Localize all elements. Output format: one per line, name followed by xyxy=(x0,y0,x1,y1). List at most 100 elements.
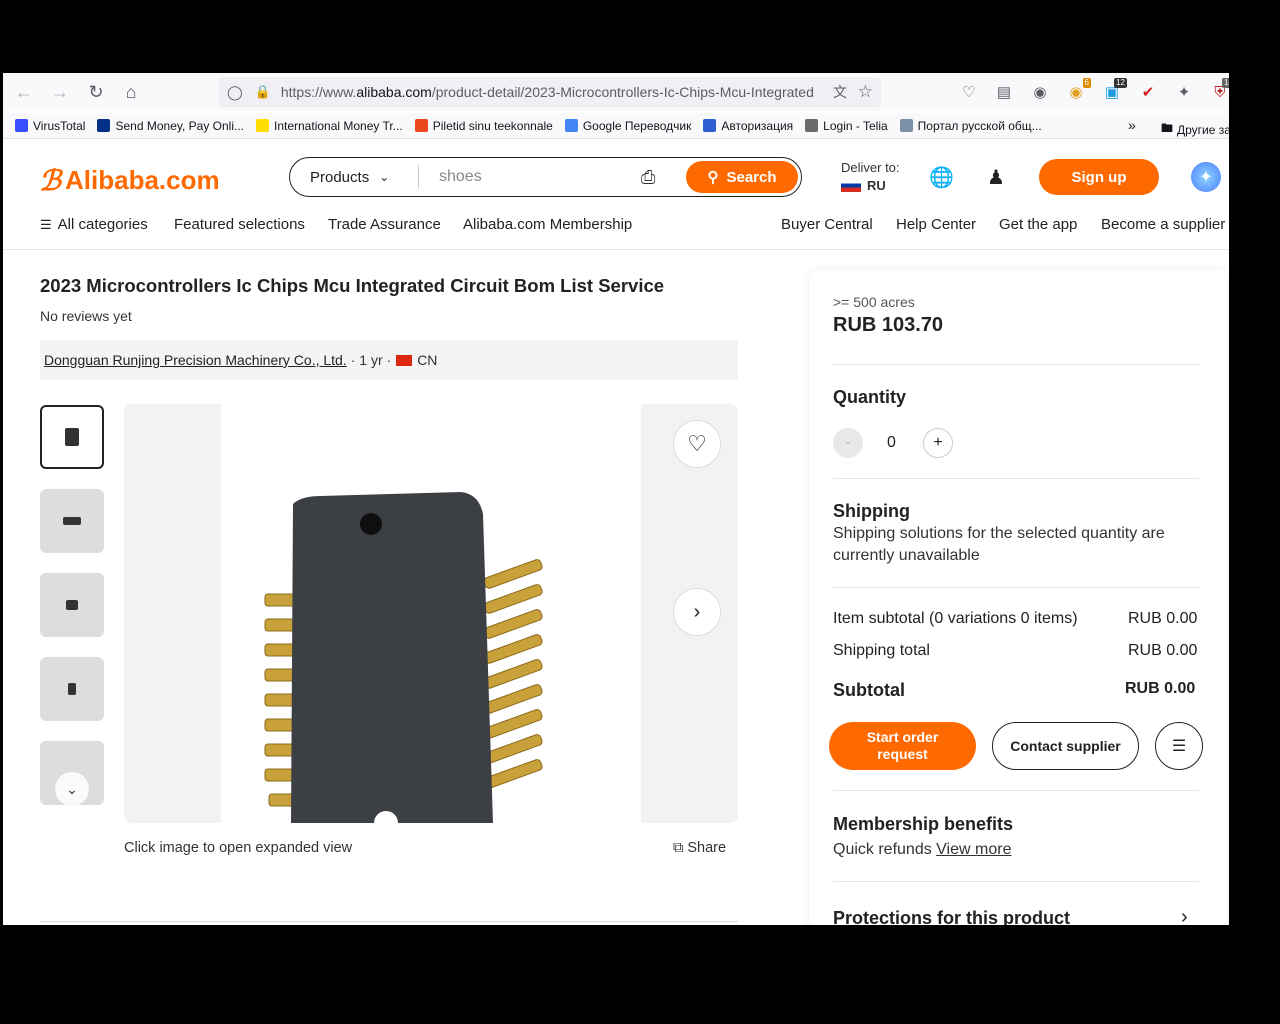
quantity-minus-button[interactable]: - xyxy=(833,428,863,458)
back-icon[interactable]: ← xyxy=(10,78,38,106)
bookmark-item[interactable]: International Money Tr... xyxy=(256,119,403,133)
share-button[interactable]: ⧉ Share xyxy=(673,840,726,856)
bookmark-item[interactable]: Авторизация xyxy=(703,119,793,133)
thumbnail-2[interactable] xyxy=(40,489,104,553)
lock-icon[interactable]: 🔒 xyxy=(255,84,271,100)
panel-divider xyxy=(833,478,1199,479)
moq-text: >= 500 acres xyxy=(833,294,915,310)
search-category-label: Products xyxy=(310,168,370,186)
nav-membership[interactable]: Alibaba.com Membership xyxy=(463,216,632,233)
membership-title: Membership benefits xyxy=(833,814,1014,834)
share-icon: ⧉ xyxy=(673,840,684,856)
star-icon[interactable]: ☆ xyxy=(858,82,873,102)
nav-buyer-central[interactable]: Buyer Central xyxy=(781,216,873,233)
account-icon[interactable]: ◉ xyxy=(1029,81,1051,103)
bookmark-favicon-icon xyxy=(703,119,717,132)
thumbnails-down-icon[interactable]: ⌄ xyxy=(55,772,89,806)
search-icon: ⚲ xyxy=(707,169,719,186)
product-gallery[interactable] xyxy=(124,404,738,823)
shield-icon[interactable]: ◯ xyxy=(227,84,243,101)
subtotal-label: Subtotal xyxy=(833,680,905,700)
favorite-heart-icon[interactable]: ♡ xyxy=(673,420,721,468)
home-icon[interactable]: ⌂ xyxy=(117,78,145,106)
ai-assistant-icon[interactable]: ✦ xyxy=(1191,162,1221,192)
ublock-icon[interactable]: ⛨10 xyxy=(1209,78,1229,103)
bookmark-item[interactable]: Send Money, Pay Onli... xyxy=(97,119,244,133)
thumbnail-image xyxy=(63,517,81,525)
thumbnail-3[interactable] xyxy=(40,573,104,637)
bookmark-item[interactable]: Login - Telia xyxy=(805,119,888,133)
supplier-years: · 1 yr · xyxy=(350,352,392,368)
shipping-text: Shipping solutions for the selected quan… xyxy=(833,525,1165,542)
panel-divider xyxy=(833,364,1199,365)
shipping-text: currently unavailable xyxy=(833,547,980,564)
nav-featured-selections[interactable]: Featured selections xyxy=(174,216,305,233)
chevron-right-icon[interactable]: » xyxy=(1128,117,1136,133)
search-input[interactable]: shoes xyxy=(439,168,629,186)
shipping-title: Shipping xyxy=(833,501,910,521)
bookmark-favicon-icon xyxy=(256,119,269,132)
thumbnail-4[interactable] xyxy=(40,657,104,721)
nav-help-center[interactable]: Help Center xyxy=(896,216,976,233)
bookmark-label: Login - Telia xyxy=(823,118,888,133)
china-flag-icon xyxy=(396,354,413,366)
item-subtotal-label: Item subtotal (0 variations 0 items) xyxy=(833,610,1078,627)
product-image[interactable] xyxy=(221,404,641,823)
url-text[interactable]: https://www.alibaba.com/product-detail/2… xyxy=(281,84,821,100)
bookmark-favicon-icon xyxy=(805,119,819,132)
browser-window: ← → ↻ ⌂ ◯ 🔒 https://www.alibaba.com/prod… xyxy=(3,73,1229,925)
price-text: RUB 103.70 xyxy=(833,314,944,336)
alibaba-logo[interactable]: ℬ Alibaba.com xyxy=(39,164,220,197)
search-button-label: Search xyxy=(726,168,777,186)
search-button[interactable]: ⚲ Search xyxy=(686,161,798,193)
chat-icon[interactable]: ☰ xyxy=(1155,722,1203,770)
globe-icon[interactable]: 🌐 xyxy=(929,165,954,190)
start-order-button[interactable]: Start order request xyxy=(829,722,976,770)
bookmark-item[interactable]: VirusTotal xyxy=(15,119,85,133)
ic-chip-image xyxy=(264,492,543,823)
header-divider xyxy=(3,249,1229,250)
next-image-chevron-icon[interactable]: › xyxy=(673,588,721,636)
membership-text-label: Quick refunds xyxy=(833,841,932,858)
chevron-right-icon[interactable]: › xyxy=(1181,906,1188,925)
signup-button[interactable]: Sign up xyxy=(1039,159,1159,195)
extension-icon[interactable]: ✔ xyxy=(1137,81,1159,103)
extension-icon[interactable]: ◉ 6 xyxy=(1065,78,1091,103)
pocket-icon[interactable]: ♡ xyxy=(958,81,980,103)
bookmark-label: Портал русской общ... xyxy=(917,118,1042,133)
quantity-value[interactable]: 0 xyxy=(887,434,896,452)
thumbnail-1[interactable] xyxy=(40,405,104,469)
camera-icon[interactable]: ⎙ xyxy=(641,167,655,188)
bookmark-item[interactable]: Google Переводчик xyxy=(564,119,691,133)
nav-trade-assurance[interactable]: Trade Assurance xyxy=(328,216,441,233)
address-bar[interactable]: ◯ 🔒 https://www.alibaba.com/product-deta… xyxy=(219,77,881,107)
section-divider xyxy=(40,921,738,922)
translate-icon[interactable]: 文 xyxy=(833,82,847,102)
nav-become-supplier[interactable]: Become a supplier xyxy=(1101,216,1225,233)
view-more-link[interactable]: View more xyxy=(936,841,1011,858)
panel-divider xyxy=(833,881,1199,882)
supplier-name-link[interactable]: Dongguan Runjing Precision Machinery Co.… xyxy=(44,352,347,368)
user-icon[interactable]: ♟ xyxy=(987,165,1005,190)
other-bookmarks[interactable]: 🖿 Другие за xyxy=(1161,119,1229,140)
search-category-select[interactable]: Products ⌄ xyxy=(310,169,410,186)
deliver-to[interactable]: Deliver to: RU xyxy=(841,160,900,193)
all-categories-label: All categories xyxy=(57,216,148,233)
reviews-text: No reviews yet xyxy=(40,308,132,324)
protections-row[interactable]: Protections for this product xyxy=(833,908,1070,925)
bookmark-favicon-icon xyxy=(564,119,578,132)
quantity-plus-button[interactable]: + xyxy=(923,428,953,458)
reload-icon[interactable]: ↻ xyxy=(82,78,110,106)
forward-icon[interactable]: → xyxy=(46,78,74,106)
extension-icon[interactable]: ▣ 12 xyxy=(1101,78,1127,103)
reader-view-icon[interactable]: ▤ xyxy=(993,81,1015,103)
shipping-total-label: Shipping total xyxy=(833,642,930,659)
nav-get-app[interactable]: Get the app xyxy=(999,216,1077,233)
bookmark-item[interactable]: Портал русской общ... xyxy=(899,118,1042,133)
extensions-icon[interactable]: ✦ xyxy=(1173,81,1195,103)
panel-divider xyxy=(833,587,1199,588)
start-order-label: Start order xyxy=(866,729,939,745)
bookmark-item[interactable]: Piletid sinu teekonnale xyxy=(414,119,553,133)
contact-supplier-button[interactable]: Contact supplier xyxy=(992,722,1139,770)
all-categories-menu[interactable]: ☰ All categories xyxy=(40,216,148,233)
